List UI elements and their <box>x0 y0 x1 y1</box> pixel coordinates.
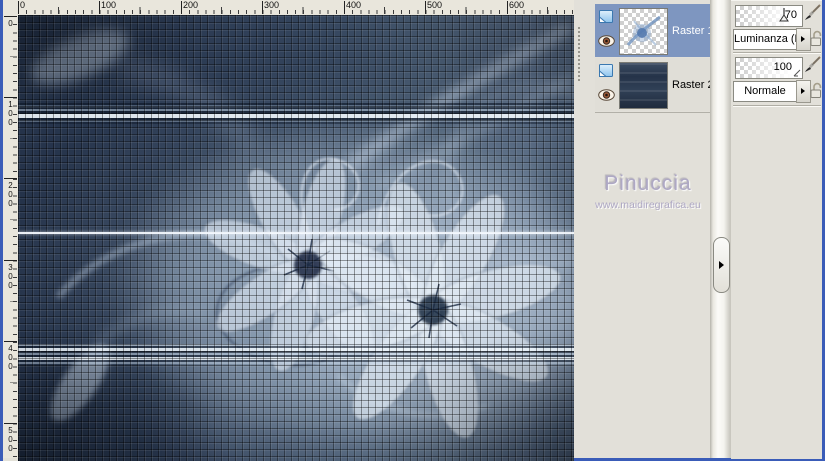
palette-divider <box>595 112 711 113</box>
opacity-slider-raster2[interactable]: 100 <box>735 57 803 79</box>
opacity-value: 100 <box>773 61 792 73</box>
ruler-h-mark: 100 <box>99 0 116 14</box>
ruler-v-label: 400 <box>6 344 15 371</box>
raster-layer-icon <box>599 10 613 23</box>
visibility-eye-icon[interactable] <box>598 35 615 47</box>
ruler-h-label: 0 <box>20 0 26 10</box>
stripe-line-middle <box>18 232 574 234</box>
ruler-horizontal: 0 100 200 300 400 500 600 <box>3 0 574 16</box>
blend-mode-select-raster1[interactable]: Luminanza (L) <box>733 29 797 50</box>
ruler-h-mark: 400 <box>344 0 361 14</box>
layer-name[interactable]: Raster 2 <box>672 79 714 91</box>
ruler-vertical: 0 100 200 300 400 500 <box>3 15 19 458</box>
psp-workspace: 0 100 200 300 400 500 600 0 100 200 300 … <box>0 0 825 461</box>
layer-row-raster2[interactable]: Raster 2 <box>595 58 714 111</box>
layer-thumbnail[interactable] <box>619 62 668 109</box>
image-canvas[interactable] <box>18 15 574 461</box>
ruler-medium-ticks <box>10 16 17 458</box>
ruler-h-mark: 300 <box>262 0 279 14</box>
panel-splitter <box>710 0 731 458</box>
right-arrow-icon <box>801 36 805 42</box>
ruler-v-mark: 0 <box>4 16 17 28</box>
visibility-eye-icon[interactable] <box>598 89 615 101</box>
layer-thumbnail[interactable] <box>619 8 668 55</box>
open-padlock-icon[interactable] <box>810 81 823 99</box>
watermark-name: Pinuccia <box>604 172 692 195</box>
slider-corner-mark-icon <box>793 69 801 77</box>
mosaic-texture <box>18 15 574 461</box>
ruler-v-mark: 200 <box>4 178 17 208</box>
right-arrow-icon <box>801 88 805 94</box>
panel-separator <box>733 105 821 107</box>
ruler-h-mark: 500 <box>425 0 442 14</box>
ruler-v-label: 100 <box>6 100 15 127</box>
ruler-h-label: 300 <box>264 0 280 10</box>
ruler-v-mark: 500 <box>4 423 17 453</box>
blend-mode-select-raster2[interactable]: Normale <box>733 81 797 102</box>
ruler-v-label: 0 <box>6 19 15 28</box>
opacity-slider-raster1[interactable]: 70 <box>735 5 803 27</box>
blend-mode-dropdown-button[interactable] <box>796 80 811 103</box>
raster-layer-icon <box>599 64 613 77</box>
layer-row-raster1[interactable]: Raster 1 <box>595 4 714 57</box>
ruler-h-label: 500 <box>427 0 443 10</box>
ruler-v-mark: 400 <box>4 341 17 371</box>
ruler-h-mark: 0 <box>18 0 25 14</box>
palette-grip[interactable] <box>578 27 580 81</box>
opacity-value: 70 <box>784 9 797 21</box>
splitter-collapse-button[interactable] <box>713 237 730 293</box>
ruler-h-mark: 600 <box>507 0 524 14</box>
ruler-v-label: 200 <box>6 181 15 208</box>
ruler-v-label: 300 <box>6 263 15 290</box>
ruler-v-label: 500 <box>6 426 15 453</box>
ruler-corner <box>3 0 18 15</box>
blend-mode-dropdown-button[interactable] <box>796 28 811 51</box>
ruler-h-label: 400 <box>346 0 362 10</box>
layer-name[interactable]: Raster 1 <box>672 25 714 37</box>
ruler-h-mark: 200 <box>181 0 198 14</box>
ruler-v-mark: 100 <box>4 97 17 127</box>
brush-icon[interactable] <box>804 56 822 73</box>
panel-separator <box>733 52 821 54</box>
ruler-h-label: 600 <box>509 0 525 10</box>
ruler-v-mark: 300 <box>4 260 17 290</box>
watermark-site: www.maidiregrafica.eu <box>595 199 701 211</box>
open-padlock-icon[interactable] <box>810 29 823 47</box>
right-arrow-icon <box>719 261 724 269</box>
ruler-h-label: 200 <box>183 0 199 10</box>
brush-icon[interactable] <box>804 4 822 21</box>
ruler-h-label: 100 <box>101 0 117 10</box>
